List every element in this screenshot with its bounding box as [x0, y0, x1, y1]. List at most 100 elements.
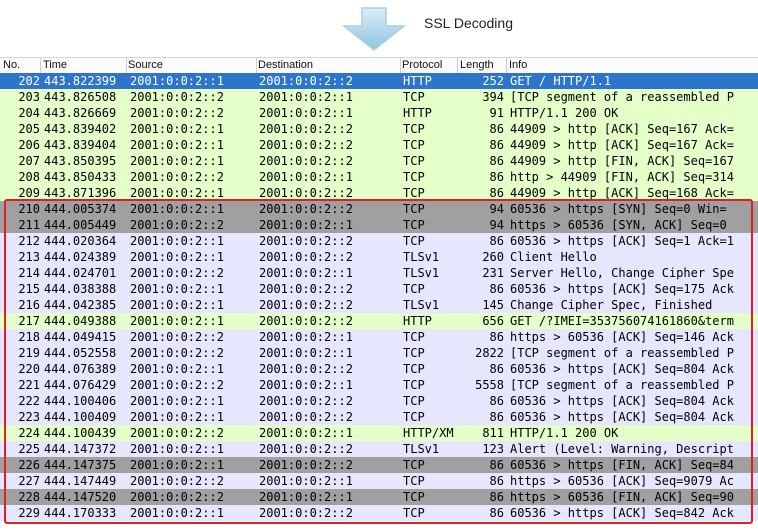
packet-length: 86 — [489, 490, 504, 504]
packet-no: 220 — [18, 362, 40, 376]
packet-row[interactable]: 219 444.052558 2001:0:0:2::2 2001:0:0:2::1 T… — [0, 345, 758, 361]
packet-source: 2001:0:0:2::1 — [130, 442, 224, 456]
packet-destination: 2001:0:0:2::2 — [259, 186, 353, 200]
packet-row[interactable]: 226 444.147375 2001:0:0:2::1 2001:0:0:2::2 T… — [0, 457, 758, 473]
packet-protocol: TCP — [403, 378, 425, 392]
packet-protocol: TCP — [403, 506, 425, 520]
packet-row[interactable]: 220 444.076389 2001:0:0:2::1 2001:0:0:2::2 T… — [0, 361, 758, 377]
packet-row[interactable]: 225 444.147372 2001:0:0:2::1 2001:0:0:2::2 T… — [0, 441, 758, 457]
packet-info: https > 60536 [ACK] Seq=146 Ack — [510, 330, 734, 344]
packet-row[interactable]: 216 444.042385 2001:0:0:2::1 2001:0:0:2::2 T… — [0, 297, 758, 313]
packet-no: 227 — [18, 474, 40, 488]
packet-time: 444.024701 — [44, 266, 117, 280]
packet-destination: 2001:0:0:2::2 — [259, 394, 353, 408]
packet-time: 444.052558 — [44, 346, 117, 360]
packet-length: 231 — [482, 266, 504, 280]
packet-time: 444.024389 — [44, 250, 117, 264]
packet-row[interactable]: 205 443.839402 2001:0:0:2::1 2001:0:0:2::2 T… — [0, 121, 758, 137]
packet-row[interactable]: 217 444.049388 2001:0:0:2::1 2001:0:0:2::2 H… — [0, 313, 758, 329]
packet-time: 444.049415 — [44, 330, 117, 344]
packet-length: 252 — [482, 74, 504, 88]
packet-row[interactable]: 206 443.839404 2001:0:0:2::1 2001:0:0:2::2 T… — [0, 137, 758, 153]
packet-source: 2001:0:0:2::1 — [130, 506, 224, 520]
packet-protocol: TLSv1 — [403, 250, 440, 264]
packet-source: 2001:0:0:2::1 — [130, 298, 224, 312]
column-header-source[interactable]: Source — [128, 59, 163, 71]
packet-no: 206 — [18, 138, 40, 152]
packet-row[interactable]: 204 443.826669 2001:0:0:2::2 2001:0:0:2::1 H… — [0, 105, 758, 121]
packet-source: 2001:0:0:2::1 — [130, 202, 224, 216]
packet-length: 2822 — [475, 346, 504, 360]
packet-no: 203 — [18, 90, 40, 104]
packet-no: 205 — [18, 122, 40, 136]
packet-info: Client Hello — [510, 250, 597, 264]
packet-row[interactable]: 207 443.850395 2001:0:0:2::1 2001:0:0:2::2 T… — [0, 153, 758, 169]
packet-row[interactable]: 213 444.024389 2001:0:0:2::1 2001:0:0:2::2 T… — [0, 249, 758, 265]
packet-row[interactable]: 215 444.038388 2001:0:0:2::1 2001:0:0:2::2 T… — [0, 281, 758, 297]
packet-source: 2001:0:0:2::1 — [130, 314, 224, 328]
packet-no: 209 — [18, 186, 40, 200]
packet-no: 221 — [18, 378, 40, 392]
packet-row[interactable]: 228 444.147520 2001:0:0:2::2 2001:0:0:2::1 T… — [0, 489, 758, 505]
packet-time: 444.042385 — [44, 298, 117, 312]
column-header-info[interactable]: Info — [509, 59, 527, 71]
packet-info: 44909 > http [ACK] Seq=167 Ack= — [510, 122, 734, 136]
packet-destination: 2001:0:0:2::2 — [259, 298, 353, 312]
packet-no: 223 — [18, 410, 40, 424]
packet-protocol: TCP — [403, 170, 425, 184]
packet-row[interactable]: 229 444.170333 2001:0:0:2::1 2001:0:0:2::2 T… — [0, 505, 758, 521]
packet-source: 2001:0:0:2::1 — [130, 122, 224, 136]
column-header-no[interactable]: No. — [3, 59, 20, 71]
packet-info: 60536 > https [ACK] Seq=175 Ack — [510, 282, 734, 296]
packet-length: 86 — [489, 234, 504, 248]
packet-row[interactable]: 209 443.871396 2001:0:0:2::1 2001:0:0:2::2 T… — [0, 185, 758, 201]
packet-no: 211 — [18, 218, 40, 232]
packet-source: 2001:0:0:2::2 — [130, 266, 224, 280]
packet-time: 443.826508 — [44, 90, 117, 104]
packet-time: 444.100409 — [44, 410, 117, 424]
packet-row[interactable]: 224 444.100439 2001:0:0:2::2 2001:0:0:2::1 H… — [0, 425, 758, 441]
packet-time: 444.076429 — [44, 378, 117, 392]
banner: SSL Decoding — [0, 0, 758, 56]
packet-time: 444.147375 — [44, 458, 117, 472]
packet-info: https > 60536 [ACK] Seq=9079 Ac — [510, 474, 734, 488]
packet-no: 219 — [18, 346, 40, 360]
packet-protocol: TCP — [403, 90, 425, 104]
packet-row[interactable]: 214 444.024701 2001:0:0:2::2 2001:0:0:2::1 T… — [0, 265, 758, 281]
packet-destination: 2001:0:0:2::1 — [259, 474, 353, 488]
packet-no: 224 — [18, 426, 40, 440]
packet-length: 86 — [489, 186, 504, 200]
column-header-time[interactable]: Time — [43, 59, 67, 71]
column-header-protocol[interactable]: Protocol — [402, 59, 442, 71]
packet-destination: 2001:0:0:2::2 — [259, 138, 353, 152]
packet-row[interactable]: 210 444.005374 2001:0:0:2::1 2001:0:0:2::2 T… — [0, 201, 758, 217]
packet-no: 225 — [18, 442, 40, 456]
packet-destination: 2001:0:0:2::2 — [259, 234, 353, 248]
packet-info: Change Cipher Spec, Finished — [510, 298, 713, 312]
packet-length: 86 — [489, 282, 504, 296]
packet-row[interactable]: 218 444.049415 2001:0:0:2::2 2001:0:0:2::1 T… — [0, 329, 758, 345]
packet-row[interactable]: 221 444.076429 2001:0:0:2::2 2001:0:0:2::1 T… — [0, 377, 758, 393]
packet-row[interactable]: 208 443.850433 2001:0:0:2::2 2001:0:0:2::1 T… — [0, 169, 758, 185]
packet-row[interactable]: 222 444.100406 2001:0:0:2::1 2001:0:0:2::2 T… — [0, 393, 758, 409]
packet-row[interactable]: 203 443.826508 2001:0:0:2::2 2001:0:0:2::1 T… — [0, 89, 758, 105]
packet-protocol: TCP — [403, 202, 425, 216]
banner-title: SSL Decoding — [424, 15, 513, 31]
packet-row[interactable]: 223 444.100409 2001:0:0:2::1 2001:0:0:2::2 T… — [0, 409, 758, 425]
packet-row[interactable]: 227 444.147449 2001:0:0:2::2 2001:0:0:2::1 T… — [0, 473, 758, 489]
packet-row[interactable]: 211 444.005449 2001:0:0:2::2 2001:0:0:2::1 T… — [0, 217, 758, 233]
packet-length: 145 — [482, 298, 504, 312]
column-header-length[interactable]: Length — [460, 59, 494, 71]
packet-destination: 2001:0:0:2::1 — [259, 218, 353, 232]
packet-time: 443.826669 — [44, 106, 117, 120]
packet-row[interactable]: 212 444.020364 2001:0:0:2::1 2001:0:0:2::2 T… — [0, 233, 758, 249]
packet-info: HTTP/1.1 200 OK — [510, 426, 619, 440]
packet-source: 2001:0:0:2::2 — [130, 218, 224, 232]
column-header-destination[interactable]: Destination — [258, 59, 313, 71]
packet-length: 5558 — [475, 378, 504, 392]
packet-no: 222 — [18, 394, 40, 408]
packet-row[interactable]: 202 443.822399 2001:0:0:2::1 2001:0:0:2::2 H… — [0, 73, 758, 89]
packet-list: 202 443.822399 2001:0:0:2::1 2001:0:0:2::2 H… — [0, 73, 758, 521]
packet-protocol: TCP — [403, 394, 425, 408]
packet-time: 444.005374 — [44, 202, 117, 216]
